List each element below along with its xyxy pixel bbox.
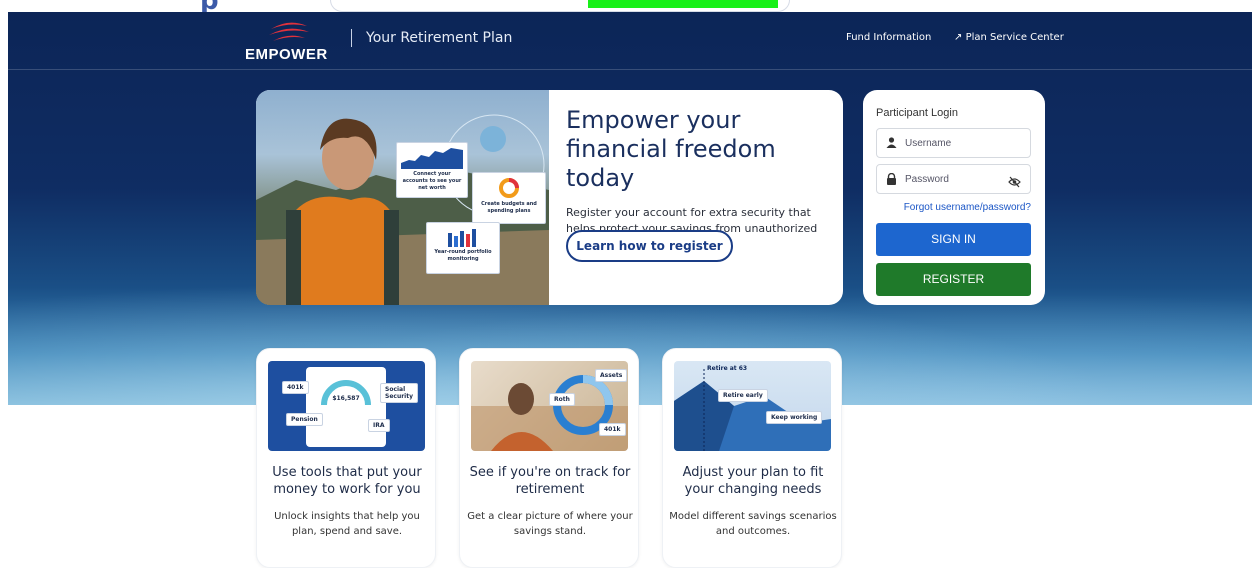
tag-keep-working: Keep working bbox=[766, 411, 823, 424]
tag-roth: Roth bbox=[549, 393, 575, 406]
tools-amount-label: $16,587 bbox=[332, 395, 360, 402]
tag-pension: Pension bbox=[286, 413, 323, 426]
username-field[interactable]: Username bbox=[876, 128, 1031, 158]
logo-wordmark: EMPOWER bbox=[245, 46, 328, 63]
card-title: Use tools that put your money to work fo… bbox=[272, 465, 422, 497]
hero-image: Connect your accounts to see your net wo… bbox=[256, 90, 549, 305]
register-button[interactable]: REGISTER bbox=[876, 263, 1031, 296]
fund-information-link[interactable]: Fund Information bbox=[846, 32, 931, 43]
adjust-plan-card-image: Retire at 63 Retire early Keep working bbox=[674, 361, 831, 451]
tag-401k-track: 401k bbox=[599, 423, 626, 436]
tools-dashboard-panel: $16,587 bbox=[306, 367, 386, 447]
net-worth-chart-icon bbox=[401, 148, 463, 169]
header-divider bbox=[351, 29, 352, 47]
tag-social-security: Social Security bbox=[380, 383, 418, 403]
card-title: Adjust your plan to fit your changing ne… bbox=[682, 465, 824, 497]
hide-password-icon[interactable] bbox=[1008, 173, 1021, 188]
tag-assets: Assets bbox=[595, 369, 628, 382]
tag-retire-early: Retire early bbox=[718, 389, 768, 402]
empower-logo[interactable]: EMPOWER bbox=[245, 20, 333, 64]
highlight-bar bbox=[588, 0, 778, 8]
hero-title: Empower your financial freedom today bbox=[566, 106, 776, 192]
tools-card-image: $16,587 401k Social Security Pension IRA bbox=[268, 361, 425, 451]
external-link-icon: ↗ bbox=[954, 32, 963, 43]
username-placeholder: Username bbox=[905, 138, 952, 149]
page-background: EMPOWER Your Retirement Plan Fund Inform… bbox=[8, 12, 1252, 405]
mountain-illustration bbox=[674, 369, 831, 451]
plan-title: Your Retirement Plan bbox=[366, 30, 513, 46]
login-title: Participant Login bbox=[876, 107, 958, 119]
card-body: Unlock insights that help you plan, spen… bbox=[274, 511, 420, 537]
budgets-overlay-label: Create budgets and spending plans bbox=[481, 201, 537, 214]
tag-ira: IRA bbox=[368, 419, 390, 432]
card-body: Model different savings scenarios and ou… bbox=[669, 511, 837, 537]
monitoring-overlay-label: Year-round portfolio monitoring bbox=[434, 249, 492, 262]
tools-gauge-icon bbox=[321, 380, 371, 406]
password-field[interactable]: Password bbox=[876, 164, 1031, 194]
site-header: EMPOWER Your Retirement Plan Fund Inform… bbox=[8, 12, 1252, 70]
portfolio-bars-icon bbox=[448, 229, 476, 247]
top-strip: p bbox=[0, 0, 1252, 12]
on-track-card-image: Assets Roth 401k bbox=[471, 361, 628, 451]
tag-401k: 401k bbox=[282, 381, 309, 394]
password-placeholder: Password bbox=[905, 174, 949, 185]
plan-service-center-label: Plan Service Center bbox=[965, 32, 1064, 43]
forgot-credentials-link[interactable]: Forgot username/password? bbox=[876, 202, 1031, 213]
plan-service-center-link[interactable]: ↗ Plan Service Center bbox=[954, 32, 1064, 43]
sign-in-button[interactable]: SIGN IN bbox=[876, 223, 1031, 256]
participant-login-panel: Participant Login Username Password Forg… bbox=[863, 90, 1045, 305]
card-title: See if you're on track for retirement bbox=[469, 465, 631, 497]
monitoring-overlay: Year-round portfolio monitoring bbox=[426, 222, 500, 274]
net-worth-overlay-label: Connect your accounts to see your net wo… bbox=[402, 171, 462, 191]
budget-donut-icon bbox=[499, 178, 519, 198]
faded-page-fragment: p bbox=[200, 0, 220, 12]
feature-card-tools[interactable]: $16,587 401k Social Security Pension IRA… bbox=[256, 348, 436, 568]
card-body: Get a clear picture of where your saving… bbox=[467, 511, 633, 537]
retire-at-label: Retire at 63 bbox=[707, 365, 748, 372]
hero-card: Connect your accounts to see your net wo… bbox=[256, 90, 843, 305]
budgets-overlay: Create budgets and spending plans bbox=[472, 172, 546, 224]
feature-card-adjust-plan[interactable]: Retire at 63 Retire early Keep working A… bbox=[662, 348, 842, 568]
net-worth-overlay: Connect your accounts to see your net wo… bbox=[396, 142, 468, 198]
logo-mark-icon bbox=[269, 22, 309, 41]
lock-icon bbox=[886, 172, 898, 185]
learn-how-to-register-button[interactable]: Learn how to register bbox=[566, 230, 733, 262]
lock-badge-icon bbox=[480, 126, 506, 152]
feature-card-on-track[interactable]: Assets Roth 401k See if you're on track … bbox=[459, 348, 639, 568]
user-icon bbox=[886, 137, 898, 149]
